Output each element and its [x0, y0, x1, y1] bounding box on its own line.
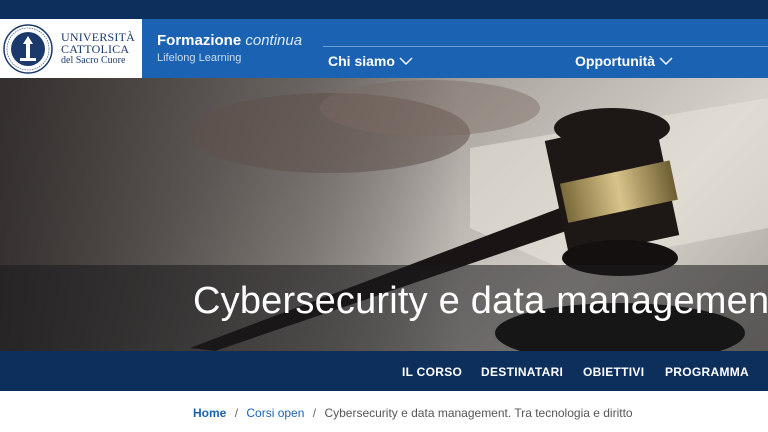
- university-logo[interactable]: UNIVERSITÀ CATTOLICA del Sacro Cuore: [0, 19, 142, 78]
- logo-wordmark: UNIVERSITÀ CATTOLICA del Sacro Cuore: [61, 31, 135, 67]
- logo-line1: UNIVERSITÀ: [61, 29, 135, 44]
- university-seal-icon: [3, 23, 53, 74]
- course-subnav: IL CORSO DESTINATARI OBIETTIVI PROGRAMMA: [0, 351, 768, 391]
- hero-title: Cybersecurity e data management.: [193, 280, 768, 322]
- breadcrumb-corsi-open[interactable]: Corsi open: [246, 406, 304, 420]
- brand-title-bold: Formazione: [157, 32, 242, 49]
- brand-block[interactable]: Formazione continua Lifelong Learning: [157, 32, 302, 64]
- subnav-obiettivi[interactable]: OBIETTIVI: [583, 365, 644, 379]
- logo-line3: del Sacro Cuore: [61, 54, 126, 66]
- subnav-programma[interactable]: PROGRAMMA: [665, 365, 749, 379]
- chevron-down-icon: [399, 57, 413, 65]
- brand-title: Formazione continua: [157, 32, 302, 49]
- nav-divider: [323, 46, 768, 47]
- breadcrumb-home[interactable]: Home: [193, 406, 226, 420]
- top-strip: [0, 0, 768, 19]
- subnav-il-corso[interactable]: IL CORSO: [402, 365, 462, 379]
- subnav-destinatari[interactable]: DESTINATARI: [481, 365, 563, 379]
- nav-item-chi-siamo[interactable]: Chi siamo: [328, 53, 413, 69]
- brand-title-italic: continua: [245, 32, 303, 49]
- chevron-down-icon: [659, 57, 673, 65]
- breadcrumb: Home / Corsi open / Cybersecurity e data…: [193, 406, 633, 420]
- hero-banner: Cybersecurity e data management.: [0, 78, 768, 351]
- nav-item-label: Chi siamo: [328, 53, 395, 69]
- nav-item-opportunita[interactable]: Opportunità: [575, 53, 673, 69]
- breadcrumb-separator: /: [312, 406, 317, 420]
- logo-line2: CATTOLICA: [61, 41, 130, 56]
- nav-item-label: Opportunità: [575, 53, 656, 69]
- breadcrumb-current: Cybersecurity e data management. Tra tec…: [324, 406, 633, 420]
- breadcrumb-separator: /: [234, 406, 239, 420]
- brand-subtitle: Lifelong Learning: [157, 52, 242, 64]
